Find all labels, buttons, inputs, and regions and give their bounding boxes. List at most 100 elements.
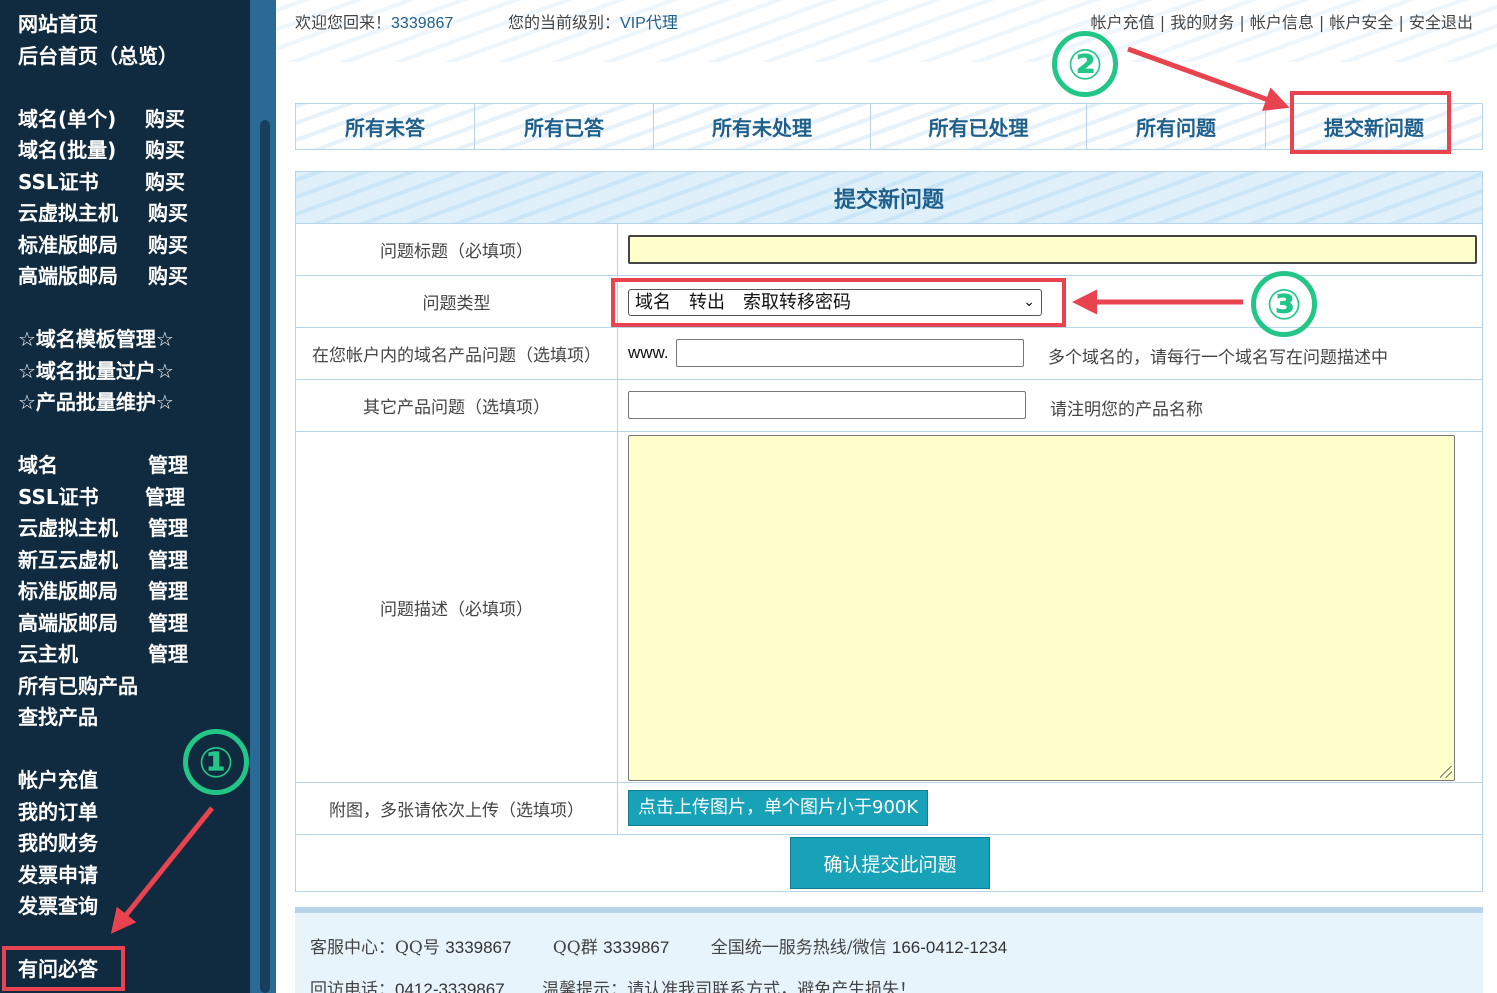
sidebar-item-label: 新互云虚机 [18, 548, 118, 572]
main-content: 欢迎您回来！ 3339867 您的当前级别：VIP代理 帐户充值 | 我的财务 |… [276, 0, 1497, 993]
sidebar-item-label: 帐户充值 [18, 768, 98, 792]
sidebar-item-orders[interactable]: 我的订单 [18, 800, 98, 824]
description-label: 问题描述（必填项） [296, 432, 618, 782]
qq-group-prefix: QQ群 [552, 938, 598, 958]
sidebar-item-label: 发票申请 [18, 863, 98, 887]
domain-input[interactable] [676, 339, 1024, 367]
sidebar-item-label: 我的财务 [18, 831, 98, 855]
tab-answered[interactable]: 所有已答 [475, 104, 654, 149]
row-attachment: 附图，多张请依次上传（选填项） 点击上传图片，单个图片小于900K [296, 783, 1482, 835]
sidebar-item-buy-vhost[interactable]: 云虚拟主机 购买 [18, 201, 188, 225]
sidebar-item-recharge[interactable]: 帐户充值 [18, 768, 98, 792]
sidebar-item-batch-maintain[interactable]: ☆产品批量维护☆ [18, 390, 174, 414]
tab-unprocessed[interactable]: 所有未处理 [654, 104, 871, 149]
sidebar-item-manage-mail-std[interactable]: 标准版邮局 管理 [18, 579, 188, 603]
visit-phone: 0412-3339867 [395, 980, 505, 993]
sidebar-item-faq[interactable]: 有问必答 [18, 957, 98, 981]
sidebar-item-domain-transfer[interactable]: ☆域名批量过户☆ [18, 359, 174, 383]
question-tabs: 所有未答 所有已答 所有未处理 所有已处理 所有问题 提交新问题 [295, 103, 1483, 150]
subject-input[interactable] [628, 235, 1477, 264]
description-textarea[interactable] [628, 435, 1455, 781]
sidebar-item-label: SSL证书 [18, 485, 99, 509]
subject-label: 问题标题（必填项） [296, 224, 618, 275]
link-account-security[interactable]: 帐户安全 [1329, 13, 1393, 32]
other-product-hint: 请注明您的产品名称 [1050, 400, 1203, 420]
link-account-info[interactable]: 帐户信息 [1250, 13, 1314, 32]
sidebar-item-label: 域名(单个) [18, 107, 117, 131]
sidebar-item-label: 标准版邮局 [18, 579, 118, 603]
sidebar-item-label: ☆产品批量维护☆ [18, 390, 174, 414]
sidebar-item-label: 域名(批量) [18, 138, 117, 162]
step-3-badge: ③ [1251, 271, 1317, 337]
link-recharge[interactable]: 帐户充值 [1091, 13, 1155, 32]
cs-qq: 3339867 [445, 938, 512, 957]
link-finance[interactable]: 我的财务 [1170, 13, 1234, 32]
sidebar-item-buy-domain-batch[interactable]: 域名(批量) 购买 [18, 138, 185, 162]
sidebar-item-finance[interactable]: 我的财务 [18, 831, 98, 855]
footer-contacts: 客服中心：QQ号 3339867 QQ群 3339867 全国统一服务热线/微信… [310, 933, 1007, 958]
sidebar-scrollbar-thumb[interactable] [260, 120, 270, 993]
footer: 客服中心：QQ号 3339867 QQ群 3339867 全国统一服务热线/微信… [295, 907, 1483, 993]
type-select[interactable]: 域名 转出 索取转移密码 ⌄ [628, 289, 1042, 316]
sidebar-item-manage-newcloud[interactable]: 新互云虚机 管理 [18, 548, 188, 572]
resize-grip-icon[interactable] [1440, 766, 1452, 778]
level-code: VIP [620, 15, 646, 32]
tab-all-questions[interactable]: 所有问题 [1087, 104, 1266, 149]
sidebar-item-buy-mail-pro[interactable]: 高端版邮局 购买 [18, 264, 188, 288]
account-links: 帐户充值 | 我的财务 | 帐户信息 | 帐户安全 | 安全退出 [1090, 13, 1473, 32]
sidebar: 网站首页 后台首页（总览） 域名(单个) 购买 域名(批量) 购买 SSL证书 购买 … [0, 0, 250, 993]
sidebar-item-action: 购买 [145, 170, 185, 194]
row-submit: 确认提交此问题 [296, 835, 1482, 891]
tab-unanswered[interactable]: 所有未答 [296, 104, 475, 149]
hotline-prefix: 全国统一服务热线/微信 [710, 938, 887, 958]
sidebar-item-action: 管理 [148, 453, 188, 477]
sidebar-item-manage-ssl[interactable]: SSL证书 管理 [18, 485, 185, 509]
tab-submit-new[interactable]: 提交新问题 [1266, 104, 1482, 149]
step-2-badge: ② [1052, 31, 1118, 97]
visit-prefix: 回访电话： [310, 980, 395, 993]
sidebar-item-action: 购买 [145, 138, 185, 162]
sidebar-item-all-products[interactable]: 所有已购产品 [18, 674, 138, 698]
upload-image-button[interactable]: 点击上传图片，单个图片小于900K [628, 790, 929, 826]
sidebar-item-invoice-apply[interactable]: 发票申请 [18, 863, 98, 887]
sidebar-item-manage-mail-pro[interactable]: 高端版邮局 管理 [18, 611, 188, 635]
welcome-prefix: 欢迎您回来！ [295, 13, 392, 32]
tab-processed[interactable]: 所有已处理 [871, 104, 1087, 149]
sidebar-item-buy-ssl[interactable]: SSL证书 购买 [18, 170, 185, 194]
sidebar-item-action: 管理 [148, 516, 188, 540]
sidebar-item-action: 购买 [145, 107, 185, 131]
sidebar-item-manage-domain[interactable]: 域名 管理 [18, 453, 188, 477]
sidebar-item-label: 云主机 [18, 642, 78, 666]
sidebar-item-find-product[interactable]: 查找产品 [18, 705, 98, 729]
sidebar-item-label: 标准版邮局 [18, 233, 118, 257]
sidebar-item-label: 高端版邮局 [18, 611, 118, 635]
sidebar-item-label: 有问必答 [18, 957, 98, 981]
row-subject: 问题标题（必填项） [296, 224, 1482, 276]
sidebar-item-label: 高端版邮局 [18, 264, 118, 288]
sidebar-item-manage-cloud[interactable]: 云主机 管理 [18, 642, 188, 666]
sidebar-item-label: ☆域名模板管理☆ [18, 327, 174, 351]
sidebar-item-label: 云虚拟主机 [18, 516, 118, 540]
sidebar-item-label: 域名 [18, 453, 58, 477]
sidebar-item-label: 网站首页 [18, 12, 98, 36]
other-product-label: 其它产品问题（选填项） [296, 380, 618, 431]
sidebar-item-action: 购买 [148, 201, 188, 225]
sidebar-item-action: 管理 [148, 548, 188, 572]
footer-tip: 温馨提示：请认准我司联系方式，避免产生损失！ [542, 980, 917, 993]
sidebar-item-manage-vhost[interactable]: 云虚拟主机 管理 [18, 516, 188, 540]
submit-question-button[interactable]: 确认提交此问题 [790, 837, 990, 889]
sidebar-item-label: SSL证书 [18, 170, 99, 194]
sidebar-item-domain-template[interactable]: ☆域名模板管理☆ [18, 327, 174, 351]
sidebar-item-action: 购买 [148, 233, 188, 257]
account-level: 您的当前级别：VIP代理 [508, 9, 678, 33]
cs-prefix: 客服中心：QQ号 [310, 938, 440, 958]
sidebar-item-action: 管理 [145, 485, 185, 509]
sidebar-item-invoice-query[interactable]: 发票查询 [18, 894, 98, 918]
sidebar-item-dashboard[interactable]: 后台首页（总览） [18, 44, 178, 68]
sidebar-item-buy-mail-std[interactable]: 标准版邮局 购买 [18, 233, 188, 257]
row-domain: 在您帐户内的域名产品问题（选填项） www. 多个域名的，请每行一个域名写在问题… [296, 328, 1482, 380]
other-product-input[interactable] [628, 391, 1026, 419]
sidebar-item-home[interactable]: 网站首页 [18, 12, 98, 36]
link-logout[interactable]: 安全退出 [1409, 13, 1473, 32]
sidebar-item-buy-domain[interactable]: 域名(单个) 购买 [18, 107, 185, 131]
